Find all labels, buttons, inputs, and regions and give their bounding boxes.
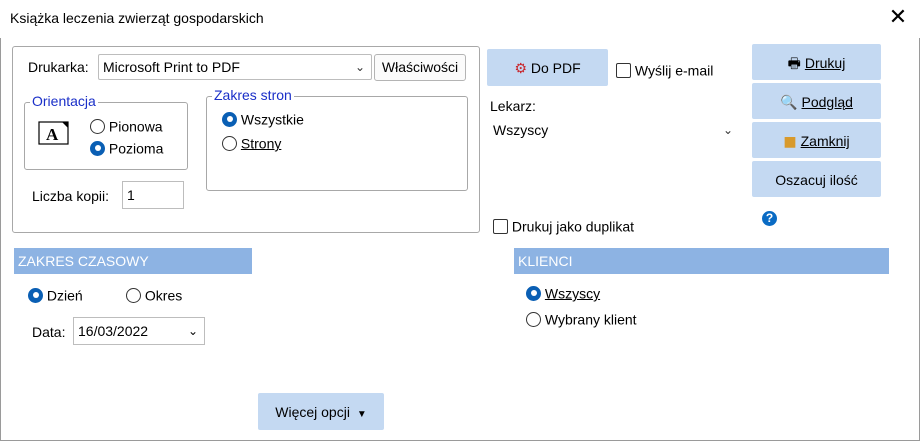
date-label: Data: (32, 324, 66, 340)
time-range-day-option[interactable]: Dzień (28, 286, 83, 303)
doctor-select-value: Wszyscy (493, 122, 549, 138)
radio-portrait[interactable] (90, 118, 105, 134)
preview-button-label: Podgląd (801, 94, 853, 110)
date-picker[interactable]: 16/03/2022 ⌄ (73, 317, 205, 345)
radio-all-pages[interactable] (222, 111, 237, 127)
page-orientation-icon: A (38, 120, 70, 146)
svg-text:A: A (46, 125, 59, 144)
pdf-icon: ⚙ (514, 61, 527, 77)
duplicate-option[interactable]: Drukuj jako duplikat (493, 217, 634, 234)
more-options-label: Więcej opcji (275, 404, 350, 420)
close-button[interactable]: ■ Zamknij (752, 122, 881, 158)
printer-select-value: Microsoft Print to PDF (103, 59, 240, 75)
radio-selected-client[interactable] (526, 311, 541, 327)
preview-button[interactable]: 🔍 Podgląd (752, 83, 881, 119)
duplicate-checkbox[interactable] (493, 218, 508, 234)
orientation-legend: Orientacja (30, 93, 98, 109)
radio-day[interactable] (28, 287, 43, 303)
radio-pages[interactable] (222, 135, 237, 151)
print-button[interactable]: 🖶 Drukuj (752, 44, 881, 80)
printer-icon: 🖶 (787, 56, 801, 72)
radio-landscape[interactable] (90, 140, 105, 156)
copies-label: Liczba kopii: (32, 188, 110, 204)
magnifier-icon: 🔍 (780, 95, 798, 111)
all-clients-label: Wszyscy (544, 285, 601, 302)
page-range-legend: Zakres stron (212, 87, 294, 103)
send-email-option[interactable]: Wyślij e-mail (616, 61, 713, 78)
doctor-select[interactable]: Wszyscy ⌄ (488, 117, 740, 143)
landscape-label: Pozioma (108, 140, 164, 157)
pages-label: Strony (240, 135, 282, 152)
orientation-landscape-option[interactable]: Pozioma (90, 139, 163, 156)
page-range-all-option[interactable]: Wszystkie (222, 110, 304, 127)
date-value: 16/03/2022 (78, 323, 149, 339)
chevron-down-icon: ⌄ (722, 123, 733, 137)
copies-input[interactable]: 1 (122, 181, 184, 209)
close-button-label: Zamknij (800, 133, 850, 149)
folder-icon: ■ (783, 134, 797, 150)
clients-selected-option[interactable]: Wybrany klient (526, 310, 637, 327)
time-range-period-option[interactable]: Okres (126, 286, 182, 303)
printer-select[interactable]: Microsoft Print to PDF ⌄ (98, 54, 372, 80)
printer-label: Drukarka: (28, 59, 89, 75)
all-pages-label: Wszystkie (240, 111, 304, 128)
chevron-down-icon: ⌄ (354, 60, 365, 74)
estimate-button[interactable]: Oszacuj ilość (752, 161, 881, 197)
duplicate-label: Drukuj jako duplikat (511, 218, 635, 235)
send-email-label: Wyślij e-mail (634, 62, 714, 79)
radio-all-clients[interactable] (526, 285, 541, 301)
clients-header: KLIENCI (514, 248, 889, 274)
help-icon[interactable]: ? (762, 211, 777, 226)
pdf-button-label: Do PDF (530, 60, 581, 76)
orientation-portrait-option[interactable]: Pionowa (90, 117, 163, 134)
period-label: Okres (144, 287, 183, 304)
radio-period[interactable] (126, 287, 141, 303)
clients-all-option[interactable]: Wszyscy (526, 284, 600, 301)
selected-client-label: Wybrany klient (544, 311, 637, 328)
print-button-label: Drukuj (804, 55, 846, 71)
window-title: Książka leczenia zwierząt gospodarskich (10, 10, 264, 26)
send-email-checkbox[interactable] (616, 62, 631, 78)
time-range-header: ZAKRES CZASOWY (14, 248, 252, 274)
page-range-pages-option[interactable]: Strony (222, 134, 281, 151)
properties-button[interactable]: Właściwości (374, 54, 466, 81)
portrait-label: Pionowa (108, 118, 163, 135)
more-options-button[interactable]: Więcej opcji ▼ (258, 393, 384, 430)
close-icon[interactable]: ✕ (884, 4, 912, 32)
pdf-button[interactable]: ⚙ Do PDF (487, 49, 608, 86)
doctor-label: Lekarz: (490, 98, 536, 114)
chevron-down-icon: ⌄ (187, 324, 198, 338)
day-label: Dzień (46, 287, 83, 304)
caret-down-icon: ▼ (356, 409, 367, 420)
